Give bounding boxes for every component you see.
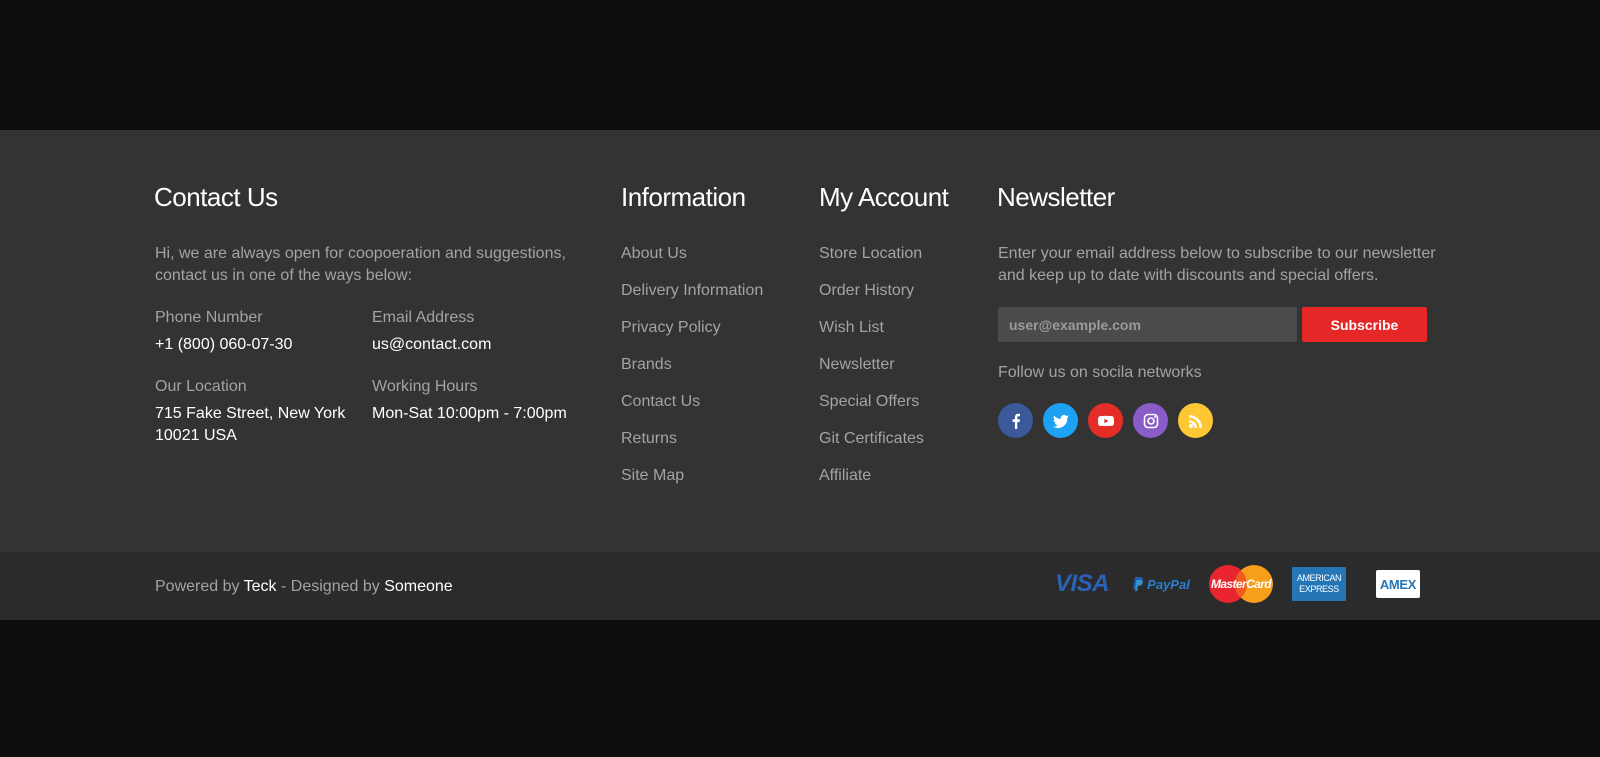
designed-name[interactable]: Someone bbox=[384, 578, 453, 595]
powered-name[interactable]: Teck bbox=[244, 578, 277, 595]
facebook-icon bbox=[1012, 413, 1020, 429]
list-item: Store Location bbox=[819, 243, 924, 280]
link-store-location[interactable]: Store Location bbox=[819, 245, 922, 262]
twitter-icon bbox=[1052, 414, 1069, 428]
list-item: Special Offers bbox=[819, 391, 924, 428]
link-newsletter[interactable]: Newsletter bbox=[819, 356, 895, 373]
location-line2: 10021 USA bbox=[155, 427, 237, 444]
youtube-button[interactable] bbox=[1088, 403, 1123, 438]
list-item: Site Map bbox=[621, 465, 763, 502]
phone-label: Phone Number bbox=[155, 309, 263, 326]
twitter-button[interactable] bbox=[1043, 403, 1078, 438]
contact-heading: Contact Us bbox=[154, 182, 278, 212]
email-value[interactable]: us@contact.com bbox=[372, 334, 491, 356]
hours-value: Mon-Sat 10:00pm - 7:00pm bbox=[372, 405, 567, 422]
link-affiliate[interactable]: Affiliate bbox=[819, 467, 871, 484]
link-brands[interactable]: Brands bbox=[621, 356, 672, 373]
amex-line1-text: AMERICAN bbox=[1296, 573, 1342, 583]
link-about-us[interactable]: About Us bbox=[621, 245, 687, 262]
list-item: Privacy Policy bbox=[621, 317, 763, 354]
copyright-text: Powered by Teck - Designed by Someone bbox=[155, 576, 453, 598]
link-wish-list[interactable]: Wish List bbox=[819, 319, 884, 336]
list-item: Order History bbox=[819, 280, 924, 317]
rss-button[interactable] bbox=[1178, 403, 1213, 438]
hours-label: Working Hours bbox=[372, 378, 478, 395]
instagram-button[interactable] bbox=[1133, 403, 1168, 438]
newsletter-text-line2: and keep up to date with discounts and s… bbox=[998, 267, 1379, 284]
account-links: Store Location Order History Wish List N… bbox=[819, 243, 924, 502]
list-item: Contact Us bbox=[621, 391, 763, 428]
amex-line2-text: EXPRESS bbox=[1299, 584, 1339, 594]
link-delivery-information[interactable]: Delivery Information bbox=[621, 282, 763, 299]
list-item: Git Certificates bbox=[819, 428, 924, 465]
newsletter-text-line1: Enter your email address below to subscr… bbox=[998, 245, 1436, 262]
american-express-icon: AMERICAN EXPRESS bbox=[1292, 567, 1346, 601]
phone-value: +1 (800) 060-07-30 bbox=[155, 336, 293, 353]
location-line1: 715 Fake Street, New York bbox=[155, 405, 346, 422]
link-order-history[interactable]: Order History bbox=[819, 282, 914, 299]
email-label: Email Address bbox=[372, 309, 475, 326]
newsletter-email-input[interactable] bbox=[998, 307, 1297, 342]
list-item: Delivery Information bbox=[621, 280, 763, 317]
amex-icon: AMEX bbox=[1376, 570, 1420, 598]
list-item: Newsletter bbox=[819, 354, 924, 391]
link-contact-us[interactable]: Contact Us bbox=[621, 393, 700, 410]
contact-intro-line1: Hi, we are always open for coopoeration … bbox=[155, 245, 566, 262]
paypal-mark-icon bbox=[1133, 576, 1144, 591]
subscribe-button[interactable]: Subscribe bbox=[1302, 307, 1427, 342]
mastercard-text: MasterCard bbox=[1210, 577, 1272, 591]
amex-short-text: AMEX bbox=[1379, 576, 1417, 592]
follow-text: Follow us on socila networks bbox=[998, 364, 1202, 381]
link-privacy-policy[interactable]: Privacy Policy bbox=[621, 319, 721, 336]
list-item: Brands bbox=[621, 354, 763, 391]
mastercard-icon: MasterCard bbox=[1208, 565, 1274, 603]
paypal-icon: PayPal bbox=[1128, 570, 1194, 598]
rss-icon bbox=[1188, 414, 1202, 428]
list-item: Affiliate bbox=[819, 465, 924, 502]
instagram-icon bbox=[1143, 413, 1158, 428]
account-heading: My Account bbox=[819, 182, 949, 212]
visa-text: VISA bbox=[1054, 570, 1110, 597]
list-item: Returns bbox=[621, 428, 763, 465]
visa-icon: VISA bbox=[1052, 570, 1112, 598]
list-item: About Us bbox=[621, 243, 763, 280]
paypal-text: PayPal bbox=[1147, 576, 1190, 592]
powered-prefix: Powered by bbox=[155, 578, 240, 595]
facebook-button[interactable] bbox=[998, 403, 1033, 438]
contact-intro-line2: contact us in one of the ways below: bbox=[155, 267, 413, 284]
designed-prefix: - Designed by bbox=[281, 578, 380, 595]
link-special-offers[interactable]: Special Offers bbox=[819, 393, 919, 410]
list-item: Wish List bbox=[819, 317, 924, 354]
youtube-icon bbox=[1097, 415, 1114, 426]
information-heading: Information bbox=[621, 182, 746, 212]
information-links: About Us Delivery Information Privacy Po… bbox=[621, 243, 763, 502]
newsletter-heading: Newsletter bbox=[997, 182, 1115, 212]
link-returns[interactable]: Returns bbox=[621, 430, 677, 447]
link-gift-certificates[interactable]: Git Certificates bbox=[819, 430, 924, 447]
link-site-map[interactable]: Site Map bbox=[621, 467, 684, 484]
location-label: Our Location bbox=[155, 378, 247, 395]
